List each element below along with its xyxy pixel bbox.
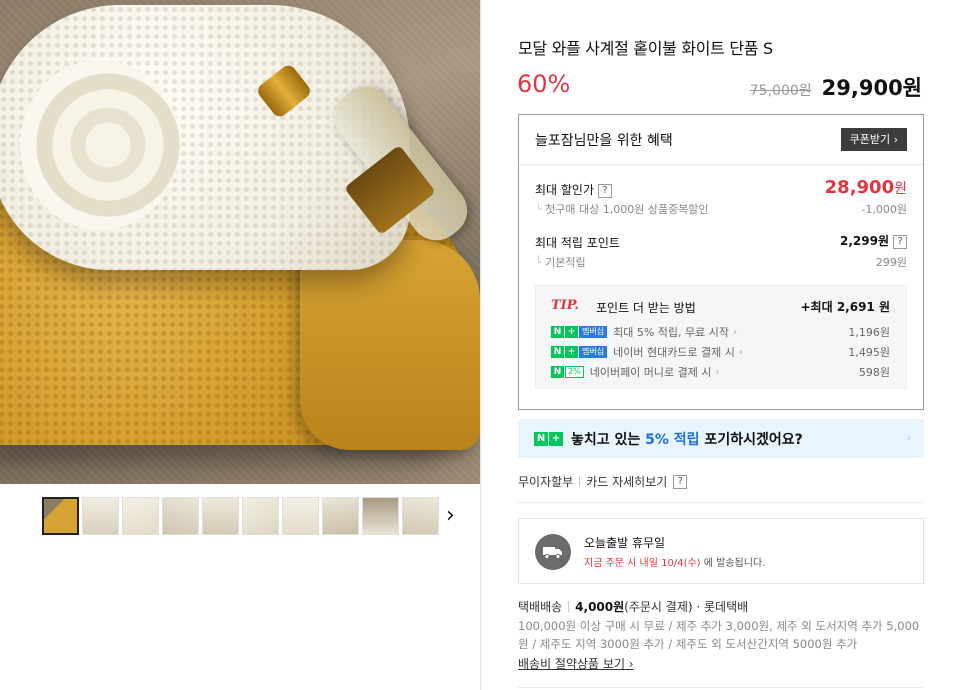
shipping-info-box: 오늘출발 휴무일 지금 주문 시 내일 10/4(수) 에 발송됩니다. [518,518,924,584]
max-points-value-text: 2,299원 [840,234,889,248]
promo-text: 놓치고 있는 5% 적립 포기하시겠어요? [571,429,803,449]
tip-row-naverpay-money[interactable]: N 2% 네이버페이 머니로 결제 시 › 598원 [551,364,890,380]
first-purchase-sub-value: -1,000원 [861,203,907,216]
tip-row-membership[interactable]: N + 멤버십 최대 5% 적립, 무료 시작 › 1,196원 [551,324,890,340]
thumbnail[interactable] [162,497,199,535]
thumbnail[interactable] [82,497,119,535]
delivery-row: 택배배송 4,000원(주문시 결제) · 롯데택배 [518,598,748,615]
price-row: 75,000원 29,900원 [750,72,922,102]
delivery-note: 100,000원 이상 구매 시 무료 / 제주 추가 3,000원, 제주 외… [518,619,920,651]
thumbnail-strip [42,497,439,537]
tip-row-amount: 598원 [858,366,890,379]
section-divider [518,502,924,503]
chevron-right-icon: › [906,430,912,446]
promo-highlight: 5% 적립 [645,431,700,448]
tip-title: 포인트 더 받는 방법 [596,301,696,315]
tip-row-amount: 1,196원 [848,326,890,339]
basic-points-sub-label: 기본적립 [545,256,586,269]
white-blanket-roll [20,60,180,230]
card-links: 무이자할부 카드 자세히보기 ? [518,473,688,490]
shipping-title: 오늘출발 휴무일 [584,536,666,550]
promo-text-before: 놓치고 있는 [571,431,646,448]
coupon-button[interactable]: 쿠폰받기 › [840,128,907,151]
original-price: 75,000원 [749,83,812,99]
divider [568,601,570,612]
basic-points-sub: └ 기본적립 [535,256,586,269]
max-points-label: 최대 적립 포인트 [535,236,620,250]
delivery-method: 택배배송 [518,600,563,614]
help-icon[interactable]: ? [598,183,613,198]
tip-row-text: 네이버페이 머니로 결제 시 [589,366,712,379]
thumbnail[interactable] [402,497,439,535]
max-discount-label-text: 최대 할인가 [535,183,595,197]
naver-plus-membership-badge: N + 멤버십 [551,346,608,358]
thumbnail[interactable] [282,497,319,535]
badge-text: 2% [565,366,584,378]
tip-row-text: 네이버 현대카드로 결제 시 [613,346,735,359]
delivery-fee-group: 4,000원(주문시 결제) · 롯데택배 [575,598,748,615]
max-discount-label: 최대 할인가? [535,181,613,198]
chevron-right-icon: › [738,346,743,358]
naver-plus-icon: N + [534,431,563,446]
shipping-subtitle: 지금 주문 시 내일 10/4(수) 에 발송됩니다. [584,554,765,569]
tip-box: TIP. 포인트 더 받는 방법 +최대 2,691 원 N + 멤버십 최대 5%… [535,285,907,389]
shipping-sub-before: 지금 주문 시 내일 [584,558,662,569]
thumbnail[interactable] [362,497,399,535]
thumbnail[interactable] [42,497,79,535]
product-main-image [0,0,480,484]
shipping-sub-after: 에 발송됩니다. [700,558,766,569]
tip-row-hyundai-card[interactable]: N + 멤버십 네이버 현대카드로 결제 시 › 1,495원 [551,344,890,360]
delivery-fee: 4,000원 [575,600,625,614]
discount-rate: 60% [517,70,571,98]
tip-row-amount: 1,495원 [848,346,890,359]
chevron-right-icon[interactable]: › [446,505,455,527]
help-icon[interactable]: ? [673,474,688,489]
max-discount-price-value: 28,900 [824,177,895,198]
naverpay-percent-badge: N 2% [551,366,584,378]
first-purchase-sub-label: 첫구매 대상 1,000원 상품중복할인 [545,203,709,216]
product-title: 모달 와플 사계절 홑이불 화이트 단품 S [518,39,773,58]
chevron-right-icon: › [733,326,737,338]
naver-plus-membership-badge: N + 멤버십 [551,326,608,338]
max-discount-price-unit: 원 [894,181,907,197]
max-discount-price: 28,900원 [825,177,907,198]
sale-price: 29,900원 [821,76,922,100]
save-shipping-products-link[interactable]: 배송비 절약상품 보기 › [518,655,634,672]
shipping-sub-date: 10/4(수) [661,558,701,569]
help-icon[interactable]: ? [893,234,907,249]
thumbnail[interactable] [122,497,159,535]
card-details-link[interactable]: 카드 자세히보기 [586,473,667,490]
max-points-value: 2,299원? [840,232,907,249]
membership-promo-banner[interactable]: N + 놓치고 있는 5% 적립 포기하시겠어요? › [518,419,924,458]
thumbnail[interactable] [322,497,359,535]
yellow-blanket-fold [300,240,480,450]
column-divider [480,0,481,690]
badge-text: 멤버십 [579,346,608,358]
promo-text-after: 포기하시겠어요? [699,431,803,448]
badge-text: 멤버십 [579,326,608,338]
thumbnail[interactable] [242,497,279,535]
tip-row-text: 최대 5% 적립, 무료 시작 [613,326,729,339]
benefit-box: 늘포잠님만을 위한 혜택 쿠폰받기 › 최대 할인가? 28,900원 └ 첫구… [518,114,924,410]
tip-max-points: +최대 2,691 원 [800,300,891,314]
benefit-header: 늘포잠님만을 위한 혜택 쿠폰받기 › [519,115,923,165]
benefit-title: 늘포잠님만을 위한 혜택 [535,133,673,149]
chevron-right-icon: › [715,366,720,378]
section-divider [518,687,924,688]
tip-mark: TIP. [551,298,579,313]
installment-link[interactable]: 무이자할부 [518,473,573,490]
divider [579,476,581,487]
basic-points-sub-value: 299원 [875,256,907,269]
first-purchase-sub: └ 첫구매 대상 1,000원 상품중복할인 [535,203,709,216]
truck-icon [535,534,571,570]
delivery-fee-note: (주문시 결제) · 롯데택배 [624,600,749,614]
thumbnail[interactable] [202,497,239,535]
